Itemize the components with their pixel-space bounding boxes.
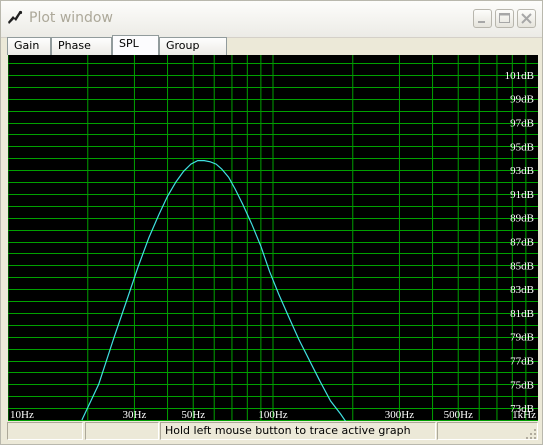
x-tick-label: 10Hz (10, 409, 34, 421)
tab-spl[interactable]: SPL (112, 35, 159, 55)
status-bar: Hold left mouse button to trace active g… (7, 422, 538, 441)
window-title: Plot window (29, 10, 113, 26)
x-tick-label: 50Hz (181, 409, 205, 421)
y-tick-label: 91dB (510, 189, 534, 201)
x-tick-label: 30Hz (123, 409, 147, 421)
close-button[interactable] (517, 9, 536, 28)
y-tick-label: 99dB (510, 94, 534, 106)
spl-chart[interactable]: 101dB 99dB 97dB 95dB 93dB 91dB 89dB 87dB 85dB 83d… (7, 55, 538, 433)
spl-plot[interactable]: 101dB 99dB 97dB 95dB 93dB 91dB 89dB 87dB 85dB 83d… (7, 55, 538, 433)
title-bar[interactable]: Plot window (1, 1, 542, 38)
y-tick-label: 77dB (510, 356, 534, 368)
y-tick-label: 95dB (510, 141, 534, 153)
tab-group-delay[interactable]: Group delay (159, 37, 227, 68)
maximize-button[interactable] (495, 9, 514, 28)
minimize-button[interactable] (473, 9, 492, 28)
x-tick-label: 500Hz (444, 409, 473, 421)
maximize-icon (499, 13, 510, 23)
speaker-probe-icon (8, 10, 23, 24)
y-tick-label: 87dB (510, 237, 534, 249)
tab-phase-plot[interactable]: Phase plot (51, 37, 112, 68)
y-tick-label: 83dB (510, 284, 534, 296)
y-tick-label: 85dB (510, 260, 534, 272)
y-tick-label: 97dB (510, 118, 534, 130)
resize-grip-icon[interactable] (524, 427, 538, 441)
spl-curve (81, 159, 354, 433)
tab-gain[interactable]: Gain (7, 37, 51, 55)
y-tick-label: 79dB (510, 332, 534, 344)
plot-window: Plot window Gain Phase plot SPL Group de… (0, 0, 543, 445)
x-tick-label: 300Hz (385, 409, 414, 421)
status-cell-1 (7, 422, 83, 440)
y-tick-label: 89dB (510, 213, 534, 225)
minimize-icon (478, 21, 485, 23)
close-icon (521, 13, 532, 24)
status-cell-2 (85, 422, 159, 440)
y-tick-label: 81dB (510, 308, 534, 320)
x-tick-label: 1kHz (512, 409, 536, 421)
status-cell-4 (437, 422, 538, 440)
x-tick-label: 100Hz (258, 409, 287, 421)
y-tick-label: 93dB (510, 165, 534, 177)
y-tick-label: 75dB (510, 379, 534, 391)
tab-strip: Gain Phase plot SPL Group delay (7, 35, 537, 68)
y-tick-label: 101dB (505, 70, 534, 82)
status-hint: Hold left mouse button to trace active g… (160, 422, 436, 440)
